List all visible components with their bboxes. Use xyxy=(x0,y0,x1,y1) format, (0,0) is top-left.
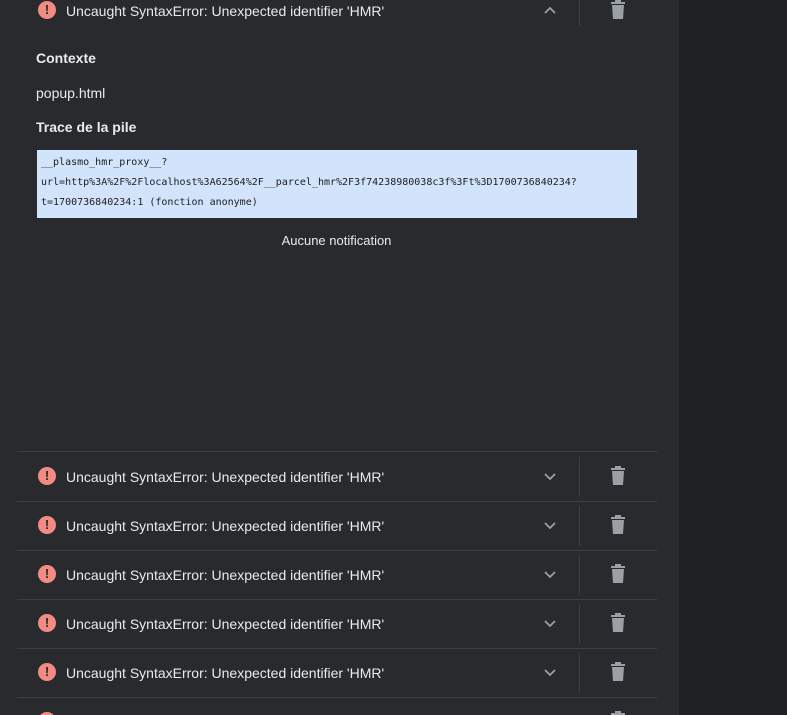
error-item[interactable]: ! Uncaught SyntaxError: Unexpected ident… xyxy=(17,550,657,600)
separator xyxy=(579,555,580,595)
context-heading: Contexte xyxy=(36,50,96,66)
chevron-down-icon[interactable] xyxy=(540,564,560,584)
chevron-down-icon[interactable] xyxy=(540,613,560,633)
separator xyxy=(579,0,580,26)
chevron-down-icon[interactable] xyxy=(540,515,560,535)
chevron-down-icon[interactable] xyxy=(540,662,560,682)
error-icon: ! xyxy=(38,614,56,632)
error-message: Uncaught SyntaxError: Unexpected identif… xyxy=(66,469,385,485)
error-icon: ! xyxy=(38,663,56,681)
error-message: Uncaught SyntaxError: Unexpected identif… xyxy=(66,665,385,681)
chevron-down-icon[interactable] xyxy=(540,466,560,486)
separator xyxy=(579,653,580,693)
trash-icon[interactable] xyxy=(609,0,627,20)
stack-line: __plasmo_hmr_proxy__? xyxy=(41,157,168,168)
separator xyxy=(579,506,580,546)
error-message: Uncaught SyntaxError: Unexpected identif… xyxy=(66,567,385,583)
trash-icon[interactable] xyxy=(609,662,627,682)
error-item[interactable]: ! Uncaught SyntaxError: Unexpected ident… xyxy=(17,452,657,502)
error-icon: ! xyxy=(38,1,56,19)
page-background xyxy=(679,0,787,715)
stack-trace-heading: Trace de la pile xyxy=(36,119,137,135)
stack-trace-block[interactable]: __plasmo_hmr_proxy__? url=http%3A%2F%2Flo… xyxy=(37,150,637,218)
stack-line: t=1700736840234:1 (fonction anonyme) xyxy=(41,197,258,208)
error-message: Uncaught SyntaxError: Unexpected identif… xyxy=(66,518,385,534)
trash-icon[interactable] xyxy=(609,613,627,633)
notification-status: Aucune notification xyxy=(281,233,392,248)
error-icon: ! xyxy=(38,565,56,583)
chevron-up-icon[interactable] xyxy=(540,0,560,20)
trash-icon[interactable] xyxy=(609,466,627,486)
trash-icon[interactable] xyxy=(609,515,627,535)
error-item[interactable]: ! xyxy=(17,697,657,715)
separator xyxy=(579,457,580,497)
context-value: popup.html xyxy=(36,85,106,101)
error-icon: ! xyxy=(38,516,56,534)
error-icon: ! xyxy=(38,467,56,485)
stack-line: url=http%3A%2F%2Flocalhost%3A62564%2F__p… xyxy=(41,177,577,188)
error-item-expanded[interactable]: ! Uncaught SyntaxError: Unexpected ident… xyxy=(17,0,657,35)
trash-icon[interactable] xyxy=(609,711,627,715)
errors-panel: ! Uncaught SyntaxError: Unexpected ident… xyxy=(0,0,679,715)
trash-icon[interactable] xyxy=(609,564,627,584)
error-message: Uncaught SyntaxError: Unexpected identif… xyxy=(66,616,385,632)
error-item[interactable]: ! Uncaught SyntaxError: Unexpected ident… xyxy=(17,648,657,698)
separator xyxy=(579,604,580,644)
error-item[interactable]: ! Uncaught SyntaxError: Unexpected ident… xyxy=(17,501,657,551)
error-message: Uncaught SyntaxError: Unexpected identif… xyxy=(66,3,385,19)
error-item[interactable]: ! Uncaught SyntaxError: Unexpected ident… xyxy=(17,599,657,649)
